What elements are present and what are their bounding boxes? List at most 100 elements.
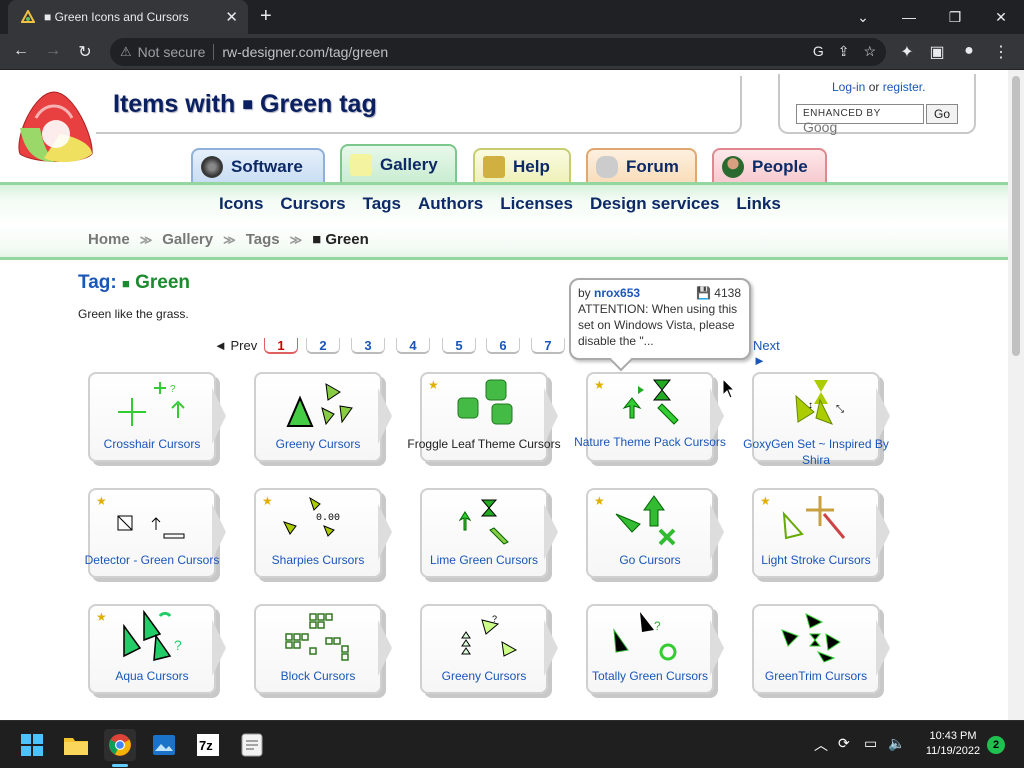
breadcrumb-home[interactable]: Home bbox=[88, 231, 130, 248]
address-bar[interactable]: ⚠ Not secure rw-designer.com/tag/green G… bbox=[110, 38, 886, 66]
next-page-link[interactable]: Next ► bbox=[753, 338, 794, 368]
item-title[interactable]: Aqua Cursors bbox=[74, 668, 230, 684]
7zip-icon[interactable]: 7z bbox=[192, 729, 224, 761]
gallery-item-card[interactable]: ★ 0.00 Sharpies Cursors bbox=[254, 488, 382, 578]
tab-software[interactable]: Software bbox=[191, 148, 325, 184]
tab-forum-label: Forum bbox=[626, 157, 679, 176]
sharpies-cursor-icon: 0.00 bbox=[283, 496, 340, 537]
tab-help[interactable]: Help bbox=[473, 148, 571, 184]
speaker-icon[interactable]: 🔈 bbox=[888, 735, 905, 752]
item-title[interactable]: Detector - Green Cursors bbox=[74, 552, 230, 568]
gallery-item-card[interactable]: ★ Go Cursors bbox=[586, 488, 714, 578]
forward-icon[interactable]: → bbox=[42, 42, 64, 60]
google-lens-icon[interactable]: G bbox=[813, 43, 824, 60]
nav-design-services[interactable]: Design services bbox=[590, 194, 719, 214]
nav-icons[interactable]: Icons bbox=[219, 194, 263, 214]
tab-search-icon[interactable]: ⌄ bbox=[840, 0, 886, 34]
share-icon[interactable]: ⇪ bbox=[838, 43, 850, 60]
page-2[interactable]: 2 bbox=[306, 338, 340, 354]
tab-people[interactable]: People bbox=[712, 148, 827, 184]
item-title[interactable]: GreenTrim Cursors bbox=[738, 668, 894, 684]
browser-tab[interactable]: ■ Green Icons and Cursors ✕ bbox=[8, 0, 248, 34]
close-tab-icon[interactable]: ✕ bbox=[225, 8, 238, 26]
page-4[interactable]: 4 bbox=[396, 338, 430, 354]
item-title[interactable]: Greeny Cursors bbox=[240, 436, 396, 452]
gallery-item-card[interactable]: ★ Nature Theme Pack Cursors bbox=[574, 372, 726, 462]
nav-links[interactable]: Links bbox=[736, 194, 780, 214]
menu-icon[interactable]: ⋮ bbox=[990, 42, 1012, 62]
breadcrumb-tags[interactable]: Tags bbox=[246, 231, 280, 248]
navigation-band: Icons Cursors Tags Authors Licenses Desi… bbox=[0, 182, 1008, 260]
gallery-item-card[interactable]: ★ Froggle Leaf Theme Cursors bbox=[407, 372, 561, 462]
item-title[interactable]: Lime Green Cursors bbox=[406, 552, 562, 568]
chevron-right-icon: ≫ bbox=[223, 232, 236, 247]
windows-taskbar: 7z ︿ ⟳ ▭ 🔈 10:43 PM 11/19/2022 2 bbox=[0, 720, 1024, 768]
nav-authors[interactable]: Authors bbox=[418, 194, 483, 214]
item-title[interactable]: Crosshair Cursors bbox=[74, 436, 230, 452]
gallery-item-card[interactable]: ↕ ⤡ GoxyGen Set ~ Inspired By Shira bbox=[743, 372, 889, 467]
item-title[interactable]: Nature Theme Pack Cursors bbox=[572, 434, 728, 450]
item-title[interactable]: Sharpies Cursors bbox=[240, 552, 396, 568]
gallery-item-card[interactable]: Greeny Cursors bbox=[254, 372, 382, 462]
back-icon[interactable]: ← bbox=[10, 42, 32, 60]
close-window-icon[interactable]: ✕ bbox=[978, 0, 1024, 34]
notification-badge[interactable]: 2 bbox=[987, 736, 1005, 754]
photos-icon[interactable] bbox=[148, 729, 180, 761]
item-title[interactable]: GoxyGen Set ~ Inspired By Shira bbox=[738, 436, 894, 468]
notepad-icon[interactable] bbox=[236, 729, 268, 761]
monitor-icon[interactable]: ▭ bbox=[864, 735, 877, 752]
item-title[interactable]: Froggle Leaf Theme Cursors bbox=[406, 436, 562, 452]
side-panel-icon[interactable]: ▣ bbox=[926, 42, 948, 62]
extensions-icon[interactable]: ✦ bbox=[896, 42, 918, 62]
gallery-item-card[interactable]: Block Cursors bbox=[254, 604, 382, 694]
warning-icon[interactable]: ⚠ bbox=[120, 44, 132, 60]
item-title[interactable]: Block Cursors bbox=[240, 668, 396, 684]
page-1[interactable]: 1 bbox=[264, 338, 298, 354]
register-link[interactable]: register. bbox=[883, 80, 926, 94]
url-text[interactable]: rw-designer.com/tag/green bbox=[222, 44, 388, 60]
not-secure-label[interactable]: Not secure bbox=[138, 44, 206, 60]
profile-icon[interactable]: ● bbox=[958, 42, 980, 60]
file-explorer-icon[interactable] bbox=[60, 729, 92, 761]
nav-tags[interactable]: Tags bbox=[363, 194, 401, 214]
login-link[interactable]: Log-in bbox=[832, 80, 865, 94]
windows-start-icon[interactable] bbox=[16, 729, 48, 761]
rw-designer-logo[interactable] bbox=[14, 88, 96, 166]
page-scrollbar[interactable] bbox=[1008, 70, 1024, 720]
gallery-item-card[interactable]: ★ Detector - Green Cursors bbox=[85, 488, 219, 578]
minimize-icon[interactable]: — bbox=[886, 0, 932, 34]
item-title[interactable]: Totally Green Cursors bbox=[572, 668, 728, 684]
tooltip-author-link[interactable]: nrox653 bbox=[594, 286, 640, 300]
page-5[interactable]: 5 bbox=[442, 338, 476, 354]
search-input[interactable]: ENHANCED BY Goog bbox=[796, 104, 924, 135]
sync-icon[interactable]: ⟳ bbox=[838, 735, 850, 752]
nav-licenses[interactable]: Licenses bbox=[500, 194, 573, 214]
gallery-item-card[interactable]: ★ ? Aqua Cursors bbox=[88, 604, 216, 694]
new-tab-icon[interactable]: + bbox=[260, 5, 272, 28]
taskbar-clock[interactable]: 10:43 PM 11/19/2022 bbox=[918, 729, 988, 759]
page-3[interactable]: 3 bbox=[351, 338, 385, 354]
page-6[interactable]: 6 bbox=[486, 338, 520, 354]
chrome-icon[interactable] bbox=[104, 729, 136, 767]
gallery-item-card[interactable]: ? Crosshair Cursors bbox=[88, 372, 216, 462]
item-title[interactable]: Go Cursors bbox=[572, 552, 728, 568]
prev-page-link[interactable]: ◄ Prev bbox=[214, 338, 257, 353]
nav-cursors[interactable]: Cursors bbox=[280, 194, 345, 214]
gallery-item-card[interactable]: GreenTrim Cursors bbox=[752, 604, 880, 694]
chevron-up-icon[interactable]: ︿ bbox=[814, 735, 828, 755]
scrollbar-thumb[interactable] bbox=[1012, 76, 1020, 356]
gallery-item-card[interactable]: Lime Green Cursors bbox=[420, 488, 548, 578]
bookmark-star-icon[interactable]: ☆ bbox=[863, 43, 876, 60]
breadcrumb-gallery[interactable]: Gallery bbox=[162, 231, 213, 248]
gallery-item-card[interactable]: ? Totally Green Cursors bbox=[586, 604, 714, 694]
tab-forum[interactable]: Forum bbox=[586, 148, 697, 184]
gallery-item-card[interactable]: ★ Light Stroke Cursors bbox=[752, 488, 880, 578]
go-button[interactable]: Go bbox=[926, 104, 958, 124]
tab-gallery[interactable]: Gallery bbox=[340, 144, 457, 184]
restore-icon[interactable]: ❐ bbox=[932, 0, 978, 34]
gallery-item-card[interactable]: ? Greeny Cursors bbox=[420, 604, 548, 694]
item-title[interactable]: Light Stroke Cursors bbox=[738, 552, 894, 568]
page-7[interactable]: 7 bbox=[531, 338, 565, 354]
reload-icon[interactable]: ↻ bbox=[74, 42, 96, 62]
item-title[interactable]: Greeny Cursors bbox=[406, 668, 562, 684]
